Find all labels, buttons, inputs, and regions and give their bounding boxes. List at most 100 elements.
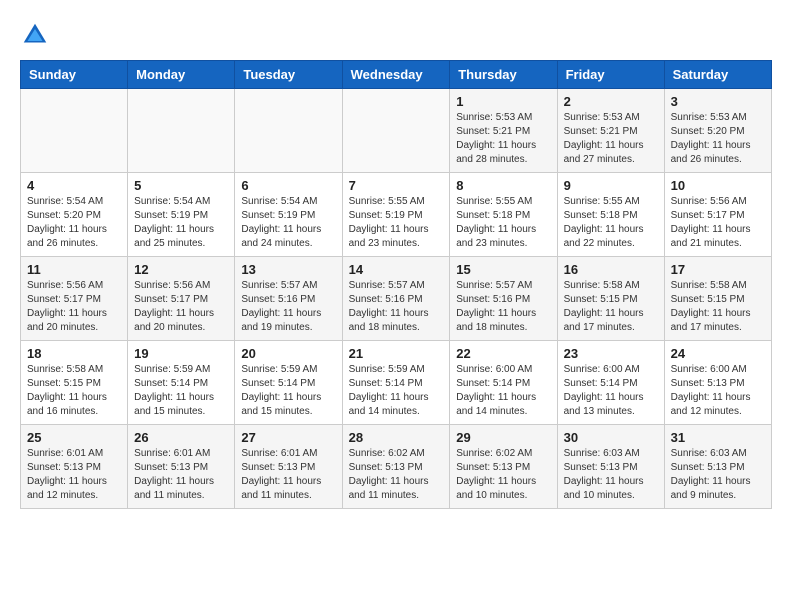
day-number: 17 xyxy=(671,262,765,277)
day-info: Sunrise: 5:54 AM Sunset: 5:19 PM Dayligh… xyxy=(241,195,335,251)
day-info: Sunrise: 5:58 AM Sunset: 5:15 PM Dayligh… xyxy=(27,363,121,419)
day-info: Sunrise: 5:59 AM Sunset: 5:14 PM Dayligh… xyxy=(349,363,444,419)
calendar-cell: 2 Sunrise: 5:53 AM Sunset: 5:21 PM Daylig… xyxy=(557,89,664,173)
day-info: Sunrise: 6:03 AM Sunset: 5:13 PM Dayligh… xyxy=(671,447,765,503)
logo-icon xyxy=(20,20,50,50)
day-info: Sunrise: 6:02 AM Sunset: 5:13 PM Dayligh… xyxy=(456,447,550,503)
calendar-cell: 28 Sunrise: 6:02 AM Sunset: 5:13 PM Dayli… xyxy=(342,425,450,509)
day-info: Sunrise: 5:55 AM Sunset: 5:18 PM Dayligh… xyxy=(456,195,550,251)
calendar-cell: 5 Sunrise: 5:54 AM Sunset: 5:19 PM Daylig… xyxy=(128,173,235,257)
day-number: 4 xyxy=(27,178,121,193)
calendar-cell: 4 Sunrise: 5:54 AM Sunset: 5:20 PM Daylig… xyxy=(21,173,128,257)
day-number: 15 xyxy=(456,262,550,277)
calendar-cell: 29 Sunrise: 6:02 AM Sunset: 5:13 PM Dayli… xyxy=(450,425,557,509)
calendar-header-row: SundayMondayTuesdayWednesdayThursdayFrid… xyxy=(21,61,772,89)
day-info: Sunrise: 5:56 AM Sunset: 5:17 PM Dayligh… xyxy=(134,279,228,335)
day-info: Sunrise: 6:02 AM Sunset: 5:13 PM Dayligh… xyxy=(349,447,444,503)
calendar-cell: 12 Sunrise: 5:56 AM Sunset: 5:17 PM Dayli… xyxy=(128,257,235,341)
calendar-cell: 6 Sunrise: 5:54 AM Sunset: 5:19 PM Daylig… xyxy=(235,173,342,257)
day-number: 11 xyxy=(27,262,121,277)
day-header-tuesday: Tuesday xyxy=(235,61,342,89)
calendar-week-row: 1 Sunrise: 5:53 AM Sunset: 5:21 PM Daylig… xyxy=(21,89,772,173)
day-info: Sunrise: 6:00 AM Sunset: 5:13 PM Dayligh… xyxy=(671,363,765,419)
page-header xyxy=(20,20,772,50)
day-number: 5 xyxy=(134,178,228,193)
day-info: Sunrise: 6:01 AM Sunset: 5:13 PM Dayligh… xyxy=(134,447,228,503)
calendar-week-row: 4 Sunrise: 5:54 AM Sunset: 5:20 PM Daylig… xyxy=(21,173,772,257)
logo xyxy=(20,20,56,50)
day-number: 28 xyxy=(349,430,444,445)
day-info: Sunrise: 5:58 AM Sunset: 5:15 PM Dayligh… xyxy=(671,279,765,335)
calendar-cell: 7Sunrise: 5:55 AM Sunset: 5:19 PM Daylig… xyxy=(342,173,450,257)
day-number: 27 xyxy=(241,430,335,445)
day-number: 18 xyxy=(27,346,121,361)
calendar-cell xyxy=(21,89,128,173)
day-info: Sunrise: 6:00 AM Sunset: 5:14 PM Dayligh… xyxy=(456,363,550,419)
day-info: Sunrise: 5:53 AM Sunset: 5:21 PM Dayligh… xyxy=(456,111,550,167)
day-info: Sunrise: 5:59 AM Sunset: 5:14 PM Dayligh… xyxy=(134,363,228,419)
day-number: 21 xyxy=(349,346,444,361)
day-number: 16 xyxy=(564,262,658,277)
day-info: Sunrise: 6:01 AM Sunset: 5:13 PM Dayligh… xyxy=(27,447,121,503)
day-info: Sunrise: 5:56 AM Sunset: 5:17 PM Dayligh… xyxy=(27,279,121,335)
calendar-cell: 15 Sunrise: 5:57 AM Sunset: 5:16 PM Dayli… xyxy=(450,257,557,341)
day-number: 6 xyxy=(241,178,335,193)
calendar-cell: 8Sunrise: 5:55 AM Sunset: 5:18 PM Daylig… xyxy=(450,173,557,257)
calendar-table: SundayMondayTuesdayWednesdayThursdayFrid… xyxy=(20,60,772,509)
day-number: 2 xyxy=(564,94,658,109)
day-number: 12 xyxy=(134,262,228,277)
calendar-cell: 24 Sunrise: 6:00 AM Sunset: 5:13 PM Dayli… xyxy=(664,341,771,425)
calendar-cell: 10 Sunrise: 5:56 AM Sunset: 5:17 PM Dayli… xyxy=(664,173,771,257)
day-info: Sunrise: 6:03 AM Sunset: 5:13 PM Dayligh… xyxy=(564,447,658,503)
day-number: 30 xyxy=(564,430,658,445)
day-header-thursday: Thursday xyxy=(450,61,557,89)
day-number: 22 xyxy=(456,346,550,361)
calendar-cell: 9Sunrise: 5:55 AM Sunset: 5:18 PM Daylig… xyxy=(557,173,664,257)
day-info: Sunrise: 5:58 AM Sunset: 5:15 PM Dayligh… xyxy=(564,279,658,335)
day-header-sunday: Sunday xyxy=(21,61,128,89)
day-header-monday: Monday xyxy=(128,61,235,89)
calendar-cell xyxy=(235,89,342,173)
day-info: Sunrise: 5:57 AM Sunset: 5:16 PM Dayligh… xyxy=(241,279,335,335)
calendar-cell: 16 Sunrise: 5:58 AM Sunset: 5:15 PM Dayli… xyxy=(557,257,664,341)
calendar-cell: 14Sunrise: 5:57 AM Sunset: 5:16 PM Dayli… xyxy=(342,257,450,341)
calendar-week-row: 11 Sunrise: 5:56 AM Sunset: 5:17 PM Dayli… xyxy=(21,257,772,341)
day-number: 1 xyxy=(456,94,550,109)
day-number: 24 xyxy=(671,346,765,361)
day-number: 20 xyxy=(241,346,335,361)
day-number: 3 xyxy=(671,94,765,109)
calendar-cell: 11 Sunrise: 5:56 AM Sunset: 5:17 PM Dayli… xyxy=(21,257,128,341)
day-header-wednesday: Wednesday xyxy=(342,61,450,89)
calendar-cell: 30 Sunrise: 6:03 AM Sunset: 5:13 PM Dayli… xyxy=(557,425,664,509)
calendar-cell: 19 Sunrise: 5:59 AM Sunset: 5:14 PM Dayli… xyxy=(128,341,235,425)
day-number: 13 xyxy=(241,262,335,277)
calendar-cell: 18 Sunrise: 5:58 AM Sunset: 5:15 PM Dayli… xyxy=(21,341,128,425)
day-number: 23 xyxy=(564,346,658,361)
day-info: Sunrise: 5:56 AM Sunset: 5:17 PM Dayligh… xyxy=(671,195,765,251)
day-number: 25 xyxy=(27,430,121,445)
day-number: 19 xyxy=(134,346,228,361)
day-number: 26 xyxy=(134,430,228,445)
calendar-cell: 1 Sunrise: 5:53 AM Sunset: 5:21 PM Daylig… xyxy=(450,89,557,173)
day-info: Sunrise: 6:01 AM Sunset: 5:13 PM Dayligh… xyxy=(241,447,335,503)
day-info: Sunrise: 5:55 AM Sunset: 5:18 PM Dayligh… xyxy=(564,195,658,251)
calendar-cell: 26 Sunrise: 6:01 AM Sunset: 5:13 PM Dayli… xyxy=(128,425,235,509)
calendar-cell: 17 Sunrise: 5:58 AM Sunset: 5:15 PM Dayli… xyxy=(664,257,771,341)
day-number: 29 xyxy=(456,430,550,445)
calendar-cell: 20 Sunrise: 5:59 AM Sunset: 5:14 PM Dayli… xyxy=(235,341,342,425)
day-info: Sunrise: 5:54 AM Sunset: 5:19 PM Dayligh… xyxy=(134,195,228,251)
day-number: 7 xyxy=(349,178,444,193)
calendar-week-row: 18 Sunrise: 5:58 AM Sunset: 5:15 PM Dayli… xyxy=(21,341,772,425)
day-number: 10 xyxy=(671,178,765,193)
day-header-saturday: Saturday xyxy=(664,61,771,89)
calendar-cell xyxy=(342,89,450,173)
day-info: Sunrise: 5:54 AM Sunset: 5:20 PM Dayligh… xyxy=(27,195,121,251)
day-info: Sunrise: 5:59 AM Sunset: 5:14 PM Dayligh… xyxy=(241,363,335,419)
day-info: Sunrise: 5:53 AM Sunset: 5:21 PM Dayligh… xyxy=(564,111,658,167)
day-number: 14 xyxy=(349,262,444,277)
calendar-cell: 3Sunrise: 5:53 AM Sunset: 5:20 PM Daylig… xyxy=(664,89,771,173)
calendar-week-row: 25 Sunrise: 6:01 AM Sunset: 5:13 PM Dayli… xyxy=(21,425,772,509)
day-header-friday: Friday xyxy=(557,61,664,89)
day-info: Sunrise: 5:57 AM Sunset: 5:16 PM Dayligh… xyxy=(456,279,550,335)
day-info: Sunrise: 6:00 AM Sunset: 5:14 PM Dayligh… xyxy=(564,363,658,419)
